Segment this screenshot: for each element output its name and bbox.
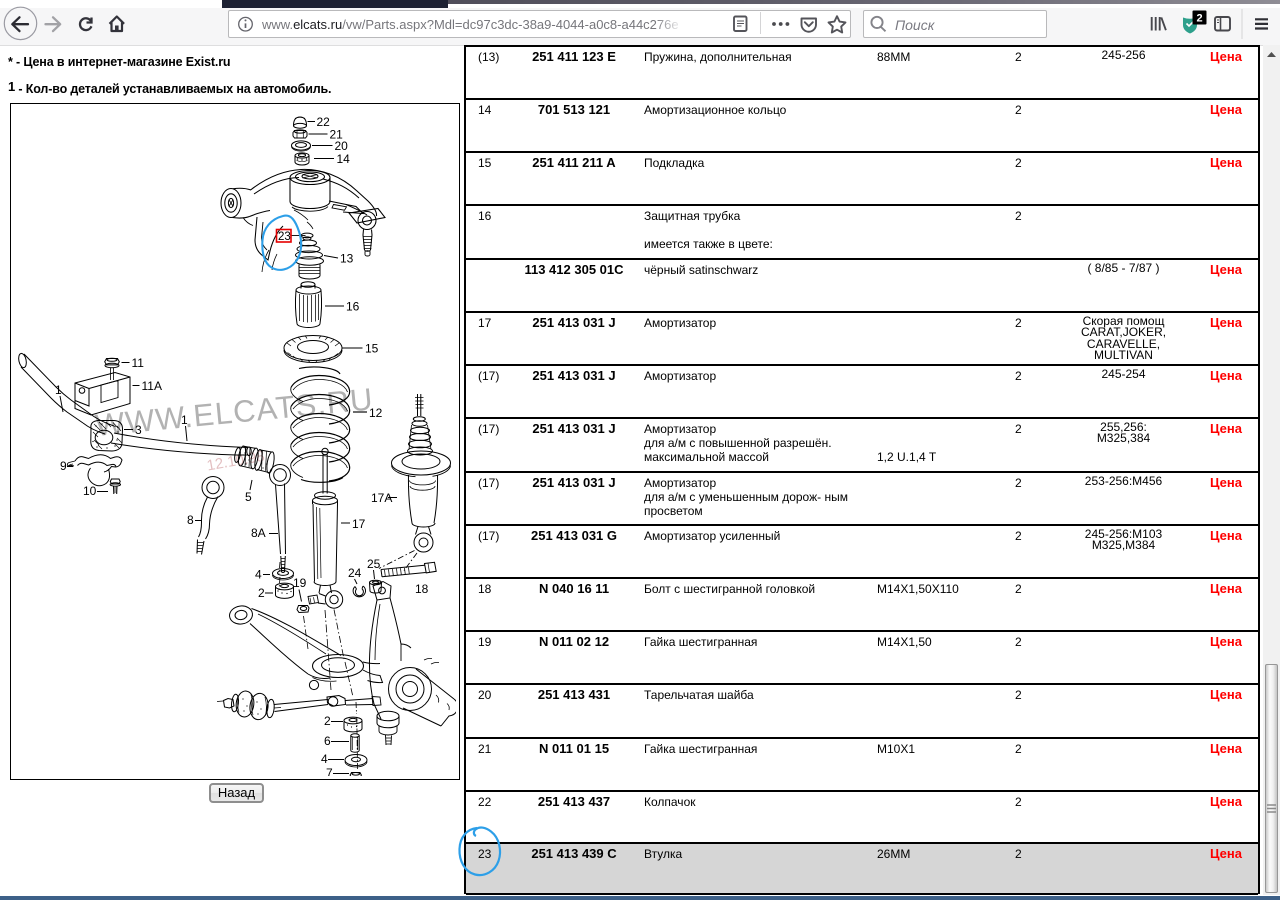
svg-text:1: 1 bbox=[55, 383, 62, 397]
svg-text:20: 20 bbox=[335, 139, 349, 153]
svg-text:5: 5 bbox=[245, 490, 252, 504]
svg-text:15: 15 bbox=[365, 342, 379, 356]
svg-text:9: 9 bbox=[60, 459, 67, 473]
svg-text:2: 2 bbox=[324, 714, 331, 728]
svg-text:16: 16 bbox=[346, 300, 360, 314]
svg-text:13: 13 bbox=[340, 252, 354, 266]
svg-text:11: 11 bbox=[132, 356, 145, 370]
svg-text:2: 2 bbox=[1196, 13, 1202, 25]
svg-text:8A: 8A bbox=[251, 526, 266, 540]
svg-text:4: 4 bbox=[255, 568, 262, 582]
svg-text:22: 22 bbox=[317, 115, 331, 129]
svg-text:23: 23 bbox=[278, 231, 291, 243]
svg-text:24: 24 bbox=[348, 566, 362, 580]
svg-text:3: 3 bbox=[135, 423, 142, 437]
svg-text:10: 10 bbox=[83, 484, 97, 498]
svg-text:14: 14 bbox=[337, 152, 351, 166]
svg-text:7: 7 bbox=[326, 766, 333, 776]
svg-text:2: 2 bbox=[258, 586, 265, 600]
svg-text:25: 25 bbox=[367, 557, 381, 571]
svg-text:18: 18 bbox=[415, 582, 429, 596]
svg-text:17A: 17A bbox=[371, 491, 392, 505]
svg-text:1: 1 bbox=[181, 413, 188, 427]
svg-text:8: 8 bbox=[187, 513, 194, 527]
svg-text:19: 19 bbox=[293, 576, 307, 590]
svg-text:6: 6 bbox=[324, 734, 331, 748]
svg-text:12: 12 bbox=[369, 406, 383, 420]
svg-text:17: 17 bbox=[352, 517, 366, 531]
svg-text:11A: 11A bbox=[142, 379, 162, 393]
svg-text:4: 4 bbox=[321, 752, 328, 766]
